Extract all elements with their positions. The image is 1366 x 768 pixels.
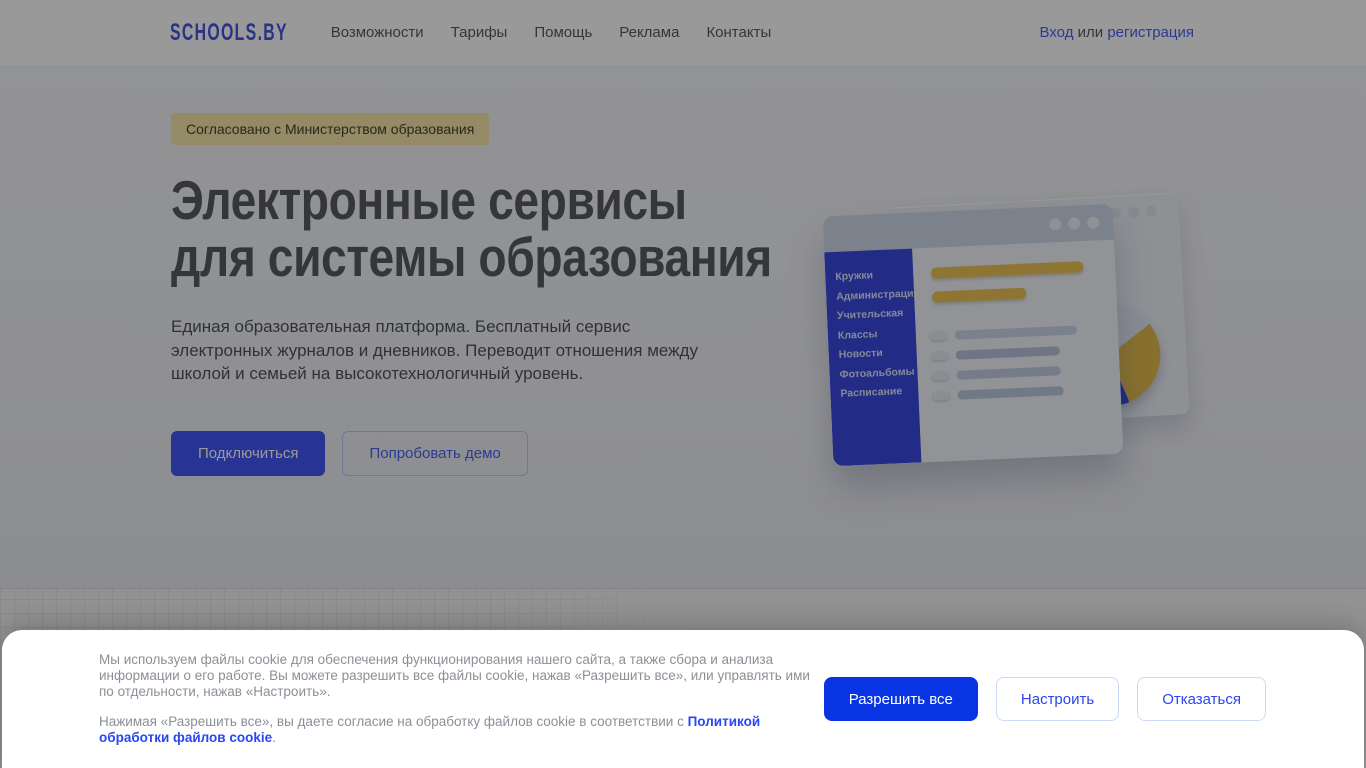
cookie-paragraph-2-suffix: . xyxy=(272,730,276,745)
allow-all-cookies-button[interactable]: Разрешить все xyxy=(823,677,978,721)
cookie-consent-banner: Мы используем файлы cookie для обеспечен… xyxy=(2,630,1364,768)
cookie-paragraph-2-prefix: Нажимая «Разрешить все», вы даете соглас… xyxy=(99,714,688,729)
cookie-text: Мы используем файлы cookie для обеспечен… xyxy=(99,652,811,746)
page: SCHOOLS.BY Возможности Тарифы Помощь Рек… xyxy=(0,0,1366,768)
configure-cookies-button[interactable]: Настроить xyxy=(995,677,1120,721)
cookie-paragraph-1: Мы используем файлы cookie для обеспечен… xyxy=(99,652,810,699)
cookie-paragraph-2: Нажимая «Разрешить все», вы даете соглас… xyxy=(99,714,811,746)
cookie-buttons: Разрешить все Настроить Отказаться xyxy=(823,677,1266,721)
decline-cookies-button[interactable]: Отказаться xyxy=(1137,677,1266,721)
